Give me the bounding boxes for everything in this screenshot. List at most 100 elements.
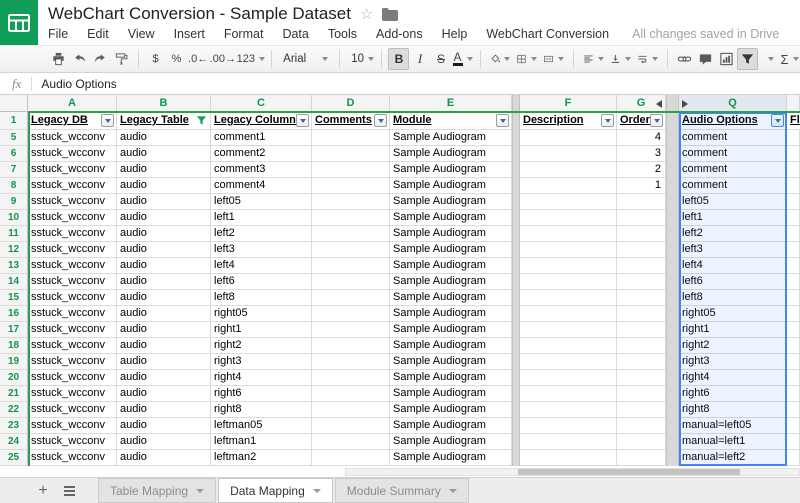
cell[interactable] — [787, 386, 800, 402]
cell[interactable]: Sample Audiogram — [390, 274, 512, 290]
header-cell-d[interactable]: Comments — [312, 112, 390, 130]
row-header[interactable]: 16 — [0, 306, 28, 322]
cell[interactable] — [617, 306, 666, 322]
cell[interactable] — [520, 450, 617, 466]
cell[interactable]: Sample Audiogram — [390, 370, 512, 386]
show-hidden-columns-right-icon[interactable] — [682, 100, 688, 108]
undo-button[interactable] — [69, 48, 90, 70]
cell[interactable]: 1 — [617, 178, 666, 194]
insert-chart-button[interactable] — [716, 48, 737, 70]
menu-format[interactable]: Format — [224, 27, 264, 41]
cell[interactable]: Sample Audiogram — [390, 418, 512, 434]
cell[interactable]: right3 — [679, 354, 787, 370]
cell[interactable]: sstuck_wcconv — [28, 386, 117, 402]
cell[interactable]: audio — [117, 162, 211, 178]
row-header[interactable]: 5 — [0, 130, 28, 146]
cell[interactable]: sstuck_wcconv — [28, 130, 117, 146]
column-header-E[interactable]: E — [390, 95, 512, 112]
cell[interactable] — [520, 434, 617, 450]
menu-edit[interactable]: Edit — [87, 27, 109, 41]
row-header[interactable]: 21 — [0, 386, 28, 402]
cell[interactable] — [520, 306, 617, 322]
column-header-A[interactable]: A — [28, 95, 117, 112]
row-header[interactable]: 10 — [0, 210, 28, 226]
cell[interactable]: comment1 — [211, 130, 312, 146]
cell[interactable]: Sample Audiogram — [390, 130, 512, 146]
cell[interactable] — [520, 194, 617, 210]
column-header-Q[interactable]: Q — [679, 95, 787, 112]
more-formats-button[interactable]: 123 — [236, 48, 265, 70]
filter-dropdown-button[interactable] — [601, 114, 614, 127]
cell[interactable] — [787, 322, 800, 338]
format-percent-button[interactable]: % — [166, 48, 187, 70]
row-header[interactable]: 23 — [0, 418, 28, 434]
cell[interactable] — [312, 178, 390, 194]
print-button[interactable] — [48, 48, 69, 70]
row-header[interactable]: 11 — [0, 226, 28, 242]
cell[interactable]: Sample Audiogram — [390, 242, 512, 258]
cell[interactable] — [520, 290, 617, 306]
cell[interactable] — [520, 402, 617, 418]
cell[interactable]: 4 — [617, 130, 666, 146]
active-filter-icon[interactable] — [196, 115, 207, 130]
row-header[interactable]: 7 — [0, 162, 28, 178]
cell[interactable] — [617, 210, 666, 226]
cell[interactable]: left6 — [679, 274, 787, 290]
cell[interactable] — [787, 306, 800, 322]
sheet-tab-table-mapping[interactable]: Table Mapping — [98, 478, 216, 503]
menu-tools[interactable]: Tools — [328, 27, 357, 41]
cell[interactable] — [787, 242, 800, 258]
cell[interactable]: comment — [679, 146, 787, 162]
cell[interactable]: sstuck_wcconv — [28, 434, 117, 450]
cell[interactable]: Sample Audiogram — [390, 450, 512, 466]
header-cell-q[interactable]: Audio Options — [679, 112, 787, 130]
cell[interactable] — [312, 306, 390, 322]
cell[interactable] — [787, 354, 800, 370]
chevron-down-icon[interactable] — [196, 489, 204, 493]
row-header[interactable]: 25 — [0, 450, 28, 466]
cell[interactable]: audio — [117, 258, 211, 274]
folder-icon[interactable] — [382, 8, 398, 21]
header-cell-g[interactable]: Order — [617, 112, 666, 130]
row-header[interactable]: 20 — [0, 370, 28, 386]
cell[interactable] — [787, 130, 800, 146]
row-header[interactable]: 24 — [0, 434, 28, 450]
cell[interactable]: right3 — [211, 354, 312, 370]
cell[interactable]: left4 — [211, 258, 312, 274]
cell[interactable]: leftman2 — [211, 450, 312, 466]
cell[interactable] — [520, 258, 617, 274]
insert-comment-button[interactable] — [695, 48, 716, 70]
row-header[interactable]: 6 — [0, 146, 28, 162]
cell[interactable] — [520, 370, 617, 386]
cell[interactable] — [617, 226, 666, 242]
cell[interactable] — [520, 338, 617, 354]
cell[interactable]: manual=left1 — [679, 434, 787, 450]
cell[interactable]: sstuck_wcconv — [28, 306, 117, 322]
cell[interactable]: left05 — [211, 194, 312, 210]
horizontal-scrollbar[interactable] — [345, 468, 800, 476]
cell[interactable] — [787, 338, 800, 354]
sheets-logo-icon[interactable] — [0, 0, 38, 45]
merge-cells-button[interactable] — [540, 48, 567, 70]
header-cell-c[interactable]: Legacy Column — [211, 112, 312, 130]
cell[interactable] — [617, 194, 666, 210]
header-cell-e[interactable]: Module — [390, 112, 512, 130]
cell[interactable]: Sample Audiogram — [390, 402, 512, 418]
cell[interactable]: Sample Audiogram — [390, 258, 512, 274]
cell[interactable] — [520, 210, 617, 226]
cell[interactable] — [787, 178, 800, 194]
cell[interactable]: left05 — [679, 194, 787, 210]
cell[interactable]: audio — [117, 290, 211, 306]
row-header[interactable]: 1 — [0, 112, 28, 130]
vertical-align-button[interactable] — [607, 48, 634, 70]
row-header[interactable]: 17 — [0, 322, 28, 338]
cell[interactable] — [520, 226, 617, 242]
filter-dropdown-button[interactable] — [374, 114, 387, 127]
row-header[interactable]: 18 — [0, 338, 28, 354]
menu-add-ons[interactable]: Add-ons — [376, 27, 423, 41]
cell[interactable]: comment4 — [211, 178, 312, 194]
cell[interactable]: leftman1 — [211, 434, 312, 450]
cell[interactable]: right2 — [679, 338, 787, 354]
header-cell-r[interactable]: Fl — [787, 112, 800, 130]
cell[interactable]: left8 — [679, 290, 787, 306]
